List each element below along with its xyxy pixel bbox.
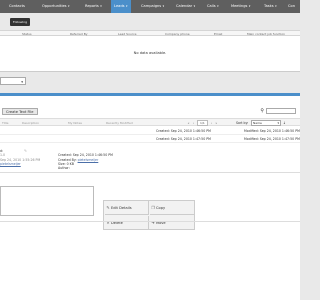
file-row[interactable]: Created: Sep 24, 2010 1:47:50 PM Modifie… xyxy=(0,135,300,143)
chevron-down-icon: ▾ xyxy=(275,4,277,8)
column-header-recent[interactable]: Recently Modified xyxy=(106,119,133,127)
copy-button[interactable]: ❐Copy xyxy=(150,201,194,215)
nav-label: Leads xyxy=(114,4,125,8)
column-header-description[interactable]: Description xyxy=(22,119,39,127)
nav-meetings[interactable]: Meetings ▾ xyxy=(231,0,250,13)
chevron-down-icon: ▾ xyxy=(21,79,23,84)
nav-label: Tasks xyxy=(264,4,274,8)
modified-by-link[interactable]: pietelsmeijer xyxy=(0,162,21,166)
prev-page-button[interactable]: ‹ xyxy=(191,121,196,125)
column-header-notes[interactable]: My Notes xyxy=(68,119,82,127)
edit-icon[interactable]: ✎ xyxy=(24,149,27,153)
chevron-down-icon: ▾ xyxy=(217,4,219,8)
nav-tasks[interactable]: Tasks ▾ xyxy=(264,0,277,13)
created-date: Created: Sep 24, 2010 1:47:50 PM xyxy=(156,137,211,141)
created-by-link[interactable]: pietelsmeijer xyxy=(78,158,99,162)
nav-label: Con xyxy=(288,4,295,8)
sort-label: Sort by: xyxy=(236,121,249,125)
last-page-button[interactable]: » xyxy=(214,121,219,125)
search-input[interactable] xyxy=(266,108,296,114)
nav-campaigns[interactable]: Campaigns ▾ xyxy=(141,0,164,13)
chevron-down-icon: ▾ xyxy=(162,4,165,8)
documents-toolbar: Create Text File ⚲ xyxy=(0,108,300,116)
sort-value: Name xyxy=(253,121,262,125)
file-details: d: ✎ 1.0 Sep 24, 2010 1:55:26 PM pietels… xyxy=(0,149,300,173)
nav-calls[interactable]: Calls ▾ xyxy=(207,0,219,13)
move-button[interactable]: ➜Move xyxy=(150,216,194,230)
chevron-down-icon: ▾ xyxy=(193,4,196,8)
list-panel: No data available. xyxy=(0,36,300,72)
column-header-title[interactable]: Title xyxy=(2,119,8,127)
nav-calendar[interactable]: Calendar ▾ xyxy=(176,0,195,13)
top-nav: Contacts Opportunities ▾ Reports ▾ Leads ▾ … xyxy=(0,0,300,13)
chevron-down-icon: ▾ xyxy=(248,4,251,8)
page-indicator: 1/1 xyxy=(197,119,208,126)
chevron-down-icon: ▾ xyxy=(100,4,102,8)
filter-select[interactable]: ▾ xyxy=(0,77,26,85)
nav-label: Calendar xyxy=(176,4,193,8)
documents-panel: Create Text File ⚲ Title Description My … xyxy=(0,96,300,300)
file-list-header: Title Description My Notes Recently Modi… xyxy=(0,118,300,126)
nav-contacts[interactable]: Contacts xyxy=(9,0,25,13)
create-text-file-button[interactable]: Create Text File xyxy=(2,108,38,115)
created-date: Created: Sep 24, 2010 1:46:50 PM xyxy=(156,129,211,133)
nav-overflow[interactable]: Con xyxy=(288,0,295,13)
chevron-down-icon: ▾ xyxy=(126,4,128,8)
details-modified-by: pietelsmeijer xyxy=(0,162,21,166)
nav-opportunities[interactable]: Opportunities ▾ xyxy=(42,0,70,13)
chevron-down-icon: ▾ xyxy=(68,4,70,8)
empty-message: No data available. xyxy=(133,51,167,55)
modified-date: Modified: Sep 24, 2010 1:47:50 PM xyxy=(244,137,300,141)
sort-direction-icon[interactable]: ↓ xyxy=(283,119,286,127)
divider xyxy=(0,221,300,222)
file-actions: ✎Edit Details ❐Copy ✕Delete ➜Move xyxy=(103,200,195,230)
action-label: Copy xyxy=(156,206,166,210)
file-row[interactable]: Created: Sep 24, 2010 1:46:50 PM Modifie… xyxy=(0,127,300,135)
nav-label: Calls xyxy=(207,4,216,8)
action-label: Edit Details xyxy=(111,206,132,210)
tooltip: Following xyxy=(10,18,31,26)
nav-label: Campaigns xyxy=(141,4,162,8)
nav-label: Contacts xyxy=(9,4,25,8)
nav-leads[interactable]: Leads ▾ xyxy=(111,0,131,13)
pager: « ‹ 1/1 › » xyxy=(186,119,219,126)
file-preview xyxy=(0,186,94,216)
edit-details-button[interactable]: ✎Edit Details xyxy=(105,201,149,215)
delete-button[interactable]: ✕Delete xyxy=(105,215,149,230)
nav-label: Opportunities xyxy=(42,4,67,8)
details-author: Author: xyxy=(58,166,70,171)
modified-date: Modified: Sep 24, 2010 1:46:50 PM xyxy=(244,129,300,133)
nav-label: Reports xyxy=(85,4,99,8)
search-icon[interactable]: ⚲ xyxy=(260,108,264,114)
tooltip-text: Following xyxy=(13,20,28,24)
sort-select[interactable]: Name ▾ xyxy=(251,120,281,126)
nav-label: Meetings xyxy=(231,4,248,8)
nav-reports[interactable]: Reports ▾ xyxy=(85,0,102,13)
chevron-down-icon: ▾ xyxy=(277,121,279,125)
